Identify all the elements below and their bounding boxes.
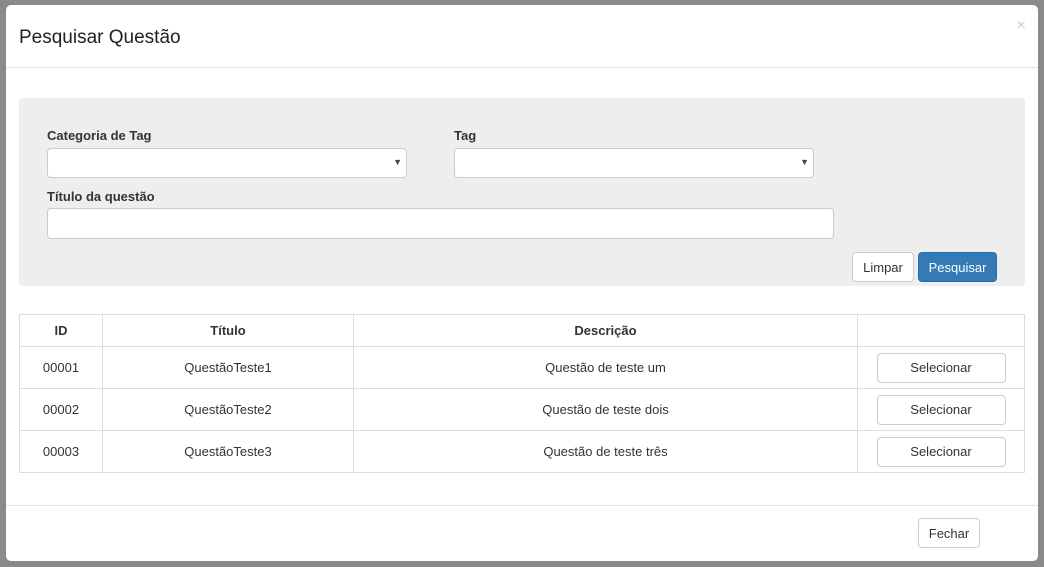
cell-id: 00001: [19, 346, 103, 389]
cell-title: QuestãoTeste1: [102, 346, 354, 389]
footer-divider: [6, 505, 1038, 506]
modal-title: Pesquisar Questão: [19, 27, 181, 48]
title-label: Título da questão: [47, 189, 155, 204]
search-question-modal: Pesquisar Questão × Categoria de Tag ▼ T…: [6, 5, 1038, 561]
cell-action: Selecionar: [857, 346, 1025, 389]
title-input[interactable]: [47, 208, 834, 239]
table-row: 00002 QuestãoTeste2 Questão de teste dois S…: [19, 388, 1025, 431]
select-button[interactable]: Selecionar: [876, 352, 1006, 383]
cell-id: 00003: [19, 430, 103, 473]
cell-id: 00002: [19, 388, 103, 431]
col-description: Descrição: [353, 314, 858, 347]
cell-action: Selecionar: [857, 388, 1025, 431]
filter-panel: Categoria de Tag ▼ Tag ▼ Título da quest…: [19, 98, 1025, 286]
chevron-down-icon: ▼: [393, 157, 402, 167]
close-icon[interactable]: ×: [1017, 17, 1026, 35]
table-header-row: ID Título Descrição: [19, 314, 1025, 347]
table-row: 00001 QuestãoTeste1 Questão de teste um Sel…: [19, 346, 1025, 389]
close-button[interactable]: Fechar: [918, 518, 980, 548]
cell-description: Questão de teste dois: [353, 388, 858, 431]
col-action: [857, 314, 1025, 347]
tag-select[interactable]: ▼: [454, 148, 814, 178]
table-row: 00003 QuestãoTeste3 Questão de teste três S…: [19, 430, 1025, 473]
category-label: Categoria de Tag: [47, 128, 152, 143]
cell-action: Selecionar: [857, 430, 1025, 473]
search-button[interactable]: Pesquisar: [918, 252, 997, 282]
cell-title: QuestãoTeste3: [102, 430, 354, 473]
select-button[interactable]: Selecionar: [876, 436, 1006, 467]
results-table: ID Título Descrição 00001 QuestãoTeste1 Qu…: [19, 314, 1025, 473]
clear-button[interactable]: Limpar: [852, 252, 914, 282]
tag-label: Tag: [454, 128, 477, 143]
cell-title: QuestãoTeste2: [102, 388, 354, 431]
category-select[interactable]: ▼: [47, 148, 407, 178]
select-button[interactable]: Selecionar: [876, 394, 1006, 425]
col-title: Título: [102, 314, 354, 347]
chevron-down-icon: ▼: [800, 157, 809, 167]
col-id: ID: [19, 314, 103, 347]
cell-description: Questão de teste três: [353, 430, 858, 473]
header-divider: [6, 67, 1038, 68]
cell-description: Questão de teste um: [353, 346, 858, 389]
